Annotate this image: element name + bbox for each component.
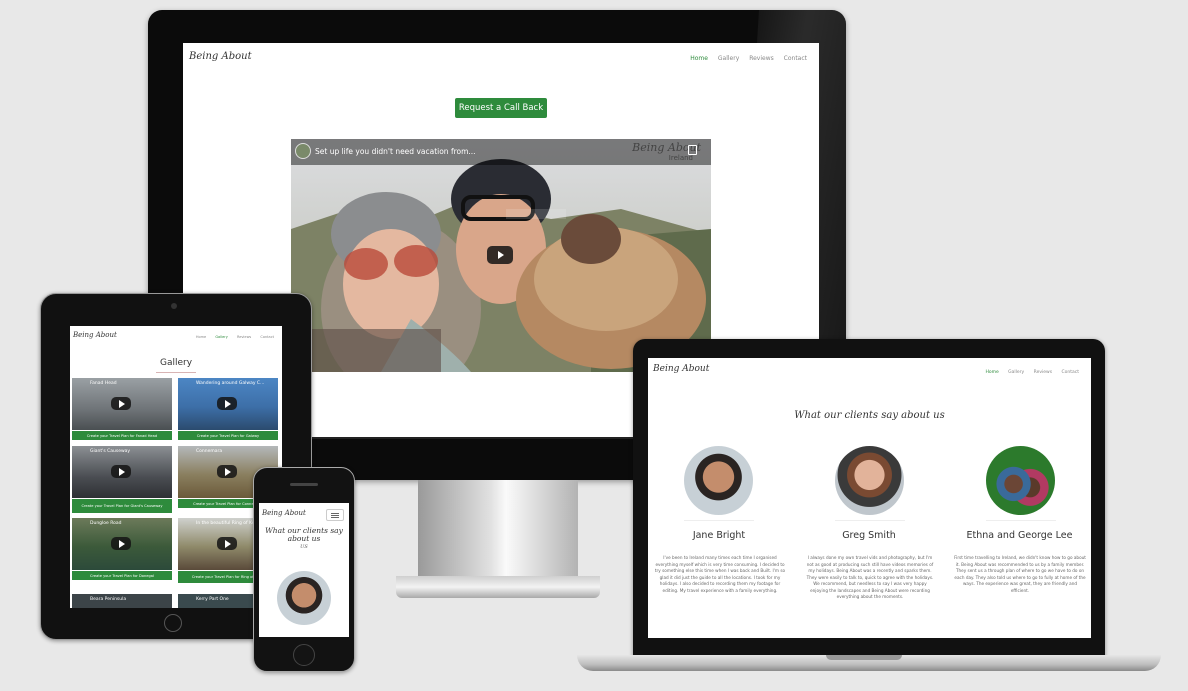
site-logo[interactable]: Being About xyxy=(653,364,709,374)
site-logo[interactable]: Being About xyxy=(73,331,117,339)
reviews-heading: What our clients say about us xyxy=(265,526,343,544)
divider xyxy=(684,520,754,521)
travel-plan-button[interactable]: Create your Travel Plan for Fanad Head xyxy=(72,431,172,440)
video-thumbnail[interactable]: Beara Peninsula xyxy=(72,594,172,608)
laptop-opening-notch xyxy=(826,655,902,660)
gallery-card: Wandering around Galway C... Create your… xyxy=(178,378,278,443)
nav-contact[interactable]: Contact xyxy=(260,335,274,339)
nav-reviews[interactable]: Reviews xyxy=(749,55,774,62)
site-logo[interactable]: Being About xyxy=(262,509,306,517)
monitor-stand-neck xyxy=(418,480,578,578)
play-icon[interactable] xyxy=(217,397,237,410)
divider xyxy=(986,520,1056,521)
phone-speaker xyxy=(290,483,318,486)
play-icon[interactable] xyxy=(111,465,131,478)
travel-plan-button[interactable]: Create your Travel Plan for Galway xyxy=(178,431,278,440)
copy-icon[interactable] xyxy=(688,145,697,155)
phone-screen: Being About What our clients say about u… xyxy=(259,503,349,637)
gallery-heading: Gallery xyxy=(159,358,193,368)
gallery-card: Fanad Head Create your Travel Plan for F… xyxy=(72,378,172,443)
phone-home-button[interactable] xyxy=(293,644,315,666)
play-icon[interactable] xyxy=(487,246,513,264)
divider xyxy=(835,520,905,521)
play-icon[interactable] xyxy=(111,537,131,550)
main-nav: Home Gallery Reviews Contact xyxy=(977,370,1079,375)
video-title[interactable]: Connemara xyxy=(196,449,222,454)
nav-home[interactable]: Home xyxy=(196,335,206,339)
tablet-camera xyxy=(171,303,177,309)
hamburger-menu-icon[interactable] xyxy=(326,509,344,521)
laptop-screen: Being About Home Gallery Reviews Contact… xyxy=(648,358,1091,638)
video-title[interactable]: Fanad Head xyxy=(90,381,117,386)
avatar xyxy=(986,446,1055,515)
avatar xyxy=(277,571,331,625)
tablet-home-button[interactable] xyxy=(164,614,182,632)
video-title[interactable]: Set up life you didn't need vacation fro… xyxy=(315,147,476,156)
play-icon[interactable] xyxy=(217,465,237,478)
play-icon[interactable] xyxy=(111,397,131,410)
nav-gallery[interactable]: Gallery xyxy=(718,55,739,62)
gallery-card: Dungloe Road Create your Travel Plan for… xyxy=(72,518,172,583)
review-text: I've been to Ireland many times each tim… xyxy=(654,555,786,593)
reviewer-name: Ethna and George Lee xyxy=(966,530,1073,541)
video-title[interactable]: In the beautiful Ring of Kerry xyxy=(196,521,261,526)
main-nav: Home Gallery Reviews Contact xyxy=(682,55,807,62)
video-title[interactable]: Kerry Part One xyxy=(196,597,229,602)
nav-reviews[interactable]: Reviews xyxy=(1034,370,1052,375)
reviews-heading-continued: US xyxy=(300,544,308,550)
travel-plan-button[interactable]: Create your Travel Plan for Donegal xyxy=(72,571,172,580)
reviews-heading: What our clients say about us xyxy=(794,410,945,421)
tablet-screen: Being About Home Gallery Reviews Contact… xyxy=(70,326,282,608)
reviewer-name: Jane Bright xyxy=(692,530,746,541)
main-nav: Home Gallery Reviews Contact xyxy=(188,335,274,339)
nav-gallery[interactable]: Gallery xyxy=(215,335,227,339)
request-call-back-button[interactable]: Request a Call Back xyxy=(455,98,547,118)
video-title[interactable]: Dungloe Road xyxy=(90,521,122,526)
nav-reviews[interactable]: Reviews xyxy=(237,335,251,339)
nav-gallery[interactable]: Gallery xyxy=(1008,370,1024,375)
review-text: First time travelling to Ireland, we did… xyxy=(954,555,1086,593)
travel-plan-button[interactable]: Create your Travel Plan for Giant's Caus… xyxy=(72,499,172,513)
nav-home[interactable]: Home xyxy=(690,55,708,62)
video-watermark-sub: Ireland xyxy=(668,154,693,162)
nav-contact[interactable]: Contact xyxy=(784,55,807,62)
site-logo[interactable]: Being About xyxy=(189,51,252,62)
video-title[interactable]: Beara Peninsula xyxy=(90,597,126,602)
heading-underline xyxy=(156,372,196,373)
review-text: I always done my own travel vids and pho… xyxy=(806,555,934,599)
monitor-stand-base xyxy=(396,576,600,598)
nav-contact[interactable]: Contact xyxy=(1061,370,1079,375)
avatar xyxy=(835,446,904,515)
channel-avatar-icon[interactable] xyxy=(295,143,311,159)
reviewer-name: Greg Smith xyxy=(842,530,896,541)
video-title[interactable]: Wandering around Galway C... xyxy=(196,381,264,386)
avatar xyxy=(684,446,753,515)
nav-home[interactable]: Home xyxy=(985,370,998,375)
video-player[interactable]: Set up life you didn't need vacation fro… xyxy=(291,139,711,372)
video-title[interactable]: Giant's Causeway xyxy=(90,449,130,454)
gallery-card: Giant's Causeway Create your Travel Plan… xyxy=(72,446,172,514)
play-icon[interactable] xyxy=(217,537,237,550)
